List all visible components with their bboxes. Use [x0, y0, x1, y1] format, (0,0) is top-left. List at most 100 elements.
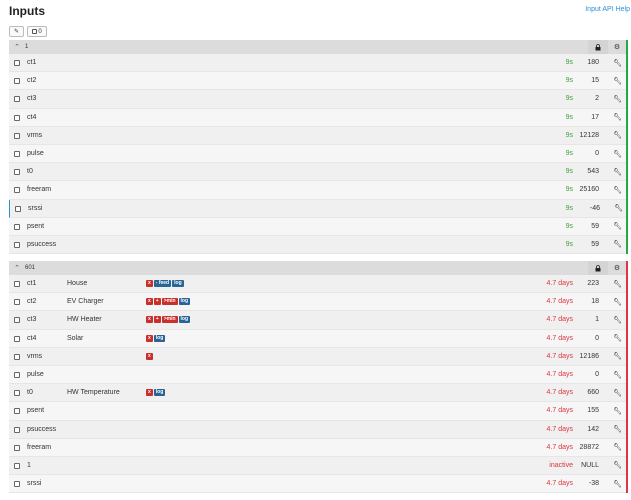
row-checkbox[interactable] [14, 353, 20, 360]
wrench-icon[interactable]: 🔧︎ [613, 222, 622, 230]
last-updated: 4.7 days [546, 316, 573, 324]
input-name: freeram [27, 443, 52, 451]
gear-icon[interactable]: ⚙ [610, 261, 624, 275]
wrench-icon[interactable]: 🔧︎ [613, 150, 622, 158]
row-checkbox[interactable] [14, 187, 20, 194]
row-checkbox[interactable] [14, 78, 20, 85]
lock-icon[interactable] [588, 261, 608, 275]
row-checkbox[interactable] [14, 444, 20, 451]
wrench-icon[interactable]: 🔧︎ [613, 113, 622, 121]
lock-icon[interactable] [588, 40, 608, 54]
process-badge: log [172, 280, 184, 288]
row-checkbox[interactable] [14, 114, 20, 121]
input-name: t0 [27, 168, 33, 176]
input-row[interactable]: ct2 EV Charger x + >min log 4.7 days 18 🔧︎ [9, 293, 628, 312]
input-row[interactable]: vrms 9s 12128 🔧︎ [9, 126, 628, 145]
row-checkbox[interactable] [14, 60, 20, 66]
wrench-icon[interactable]: 🔧︎ [614, 204, 623, 212]
wrench-icon[interactable]: 🔧︎ [613, 352, 622, 360]
input-value: 0 [595, 371, 599, 379]
input-description: HW Temperature [67, 389, 120, 397]
row-checkbox[interactable] [14, 462, 20, 469]
process-badge: x [146, 280, 153, 288]
row-checkbox[interactable] [14, 335, 20, 342]
input-row[interactable]: ct3 HW Heater x + >min log 4.7 days 1 🔧︎ [9, 311, 628, 330]
row-checkbox[interactable] [14, 96, 20, 103]
group-header[interactable]: ⌃ 1 ⚙ [9, 40, 628, 54]
row-checkbox[interactable] [14, 481, 20, 488]
row-checkbox[interactable] [14, 426, 20, 433]
input-row[interactable]: freeram 9s 25160 🔧︎ [9, 181, 628, 200]
row-checkbox[interactable] [14, 371, 20, 378]
row-checkbox[interactable] [14, 299, 20, 306]
row-checkbox[interactable] [14, 408, 20, 415]
input-value: 12128 [579, 131, 599, 139]
last-updated: 4.7 days [546, 352, 573, 360]
wrench-icon[interactable]: 🔧︎ [613, 59, 622, 67]
collapse-caret-icon[interactable]: ⌃ [9, 43, 25, 51]
gear-icon[interactable]: ⚙ [610, 40, 624, 54]
row-checkbox[interactable] [15, 205, 21, 212]
wrench-icon[interactable]: 🔧︎ [613, 461, 622, 469]
last-updated: 9s [565, 59, 573, 67]
input-api-help-link[interactable]: Input API Help [585, 6, 630, 13]
row-checkbox[interactable] [14, 317, 20, 324]
wrench-icon[interactable]: 🔧︎ [613, 298, 622, 306]
wrench-icon[interactable]: 🔧︎ [613, 480, 622, 488]
last-updated: 4.7 days [546, 371, 573, 379]
input-row[interactable]: ct3 9s 2 🔧︎ [9, 90, 628, 109]
input-name: vrms [27, 352, 43, 360]
process-list: x + >min log [146, 316, 191, 324]
wrench-icon[interactable]: 🔧︎ [613, 280, 622, 288]
wrench-icon[interactable]: 🔧︎ [613, 131, 622, 139]
wrench-icon[interactable]: 🔧︎ [613, 425, 622, 433]
input-row[interactable]: t0 HW Temperature x log 4.7 days 660 🔧︎ [9, 384, 628, 403]
input-row[interactable]: psent 9s 59 🔧︎ [9, 217, 628, 236]
input-value: 59 [591, 240, 599, 248]
input-row[interactable]: pulse 9s 0 🔧︎ [9, 144, 628, 164]
input-row[interactable]: psent 4.7 days 155 🔧︎ [9, 402, 628, 421]
collapse-caret-icon[interactable]: ⌃ [9, 264, 25, 272]
row-checkbox[interactable] [14, 390, 20, 397]
wrench-icon[interactable]: 🔧︎ [613, 443, 622, 451]
input-row[interactable]: 1 inactive NULL 🔧︎ [9, 456, 628, 476]
group-header[interactable]: ⌃ 601 ⚙ [9, 261, 628, 275]
input-row[interactable]: ct4 9s 17 🔧︎ [9, 108, 628, 127]
row-checkbox[interactable] [14, 132, 20, 139]
wrench-icon[interactable]: 🔧︎ [613, 240, 622, 248]
wrench-icon[interactable]: 🔧︎ [613, 186, 622, 194]
input-row[interactable]: psuccess 4.7 days 142 🔧︎ [9, 420, 628, 439]
last-updated: 4.7 days [546, 480, 573, 488]
process-list: x- feed log [146, 280, 184, 288]
row-checkbox[interactable] [14, 150, 20, 157]
input-row[interactable]: t0 9s 543 🔧︎ [9, 163, 628, 182]
row-checkbox[interactable] [14, 241, 20, 248]
row-checkbox[interactable] [14, 281, 20, 287]
wrench-icon[interactable]: 🔧︎ [613, 389, 622, 397]
input-row[interactable]: pulse 4.7 days 0 🔧︎ [9, 365, 628, 385]
input-row[interactable]: psuccess 9s 59 🔧︎ [9, 235, 628, 255]
pencil-icon: ✎ [13, 29, 20, 35]
process-badge: + [153, 298, 161, 306]
wrench-icon[interactable]: 🔧︎ [613, 316, 622, 324]
row-checkbox[interactable] [14, 169, 20, 176]
input-row[interactable]: vrms x 4.7 days 12186 🔧︎ [9, 347, 628, 366]
select-toggle-button[interactable]: 0 [27, 26, 47, 37]
wrench-icon[interactable]: 🔧︎ [613, 95, 622, 103]
row-checkbox[interactable] [14, 223, 20, 230]
input-row[interactable]: ct4 Solar x log 4.7 days 0 🔧︎ [9, 329, 628, 348]
input-name: freeram [27, 186, 52, 194]
input-name: ct2 [27, 298, 37, 306]
input-row[interactable]: ct2 9s 15 🔧︎ [9, 72, 628, 91]
edit-button[interactable]: ✎ [9, 26, 24, 37]
input-row[interactable]: srssi 9s -46 🔧︎ [9, 199, 628, 218]
wrench-icon[interactable]: 🔧︎ [613, 407, 622, 415]
wrench-icon[interactable]: 🔧︎ [613, 334, 622, 342]
input-row[interactable]: ct1 House x - feed log 4.7 days 223 🔧︎ [9, 275, 628, 294]
input-row[interactable]: freeram 4.7 days 28872 🔧︎ [9, 438, 628, 457]
wrench-icon[interactable]: 🔧︎ [613, 77, 622, 85]
input-row[interactable]: srssi 4.7 days -38 🔧︎ [9, 475, 628, 494]
wrench-icon[interactable]: 🔧︎ [613, 168, 622, 176]
wrench-icon[interactable]: 🔧︎ [613, 371, 622, 379]
input-row[interactable]: ct1 9s 180 🔧︎ [9, 54, 628, 73]
